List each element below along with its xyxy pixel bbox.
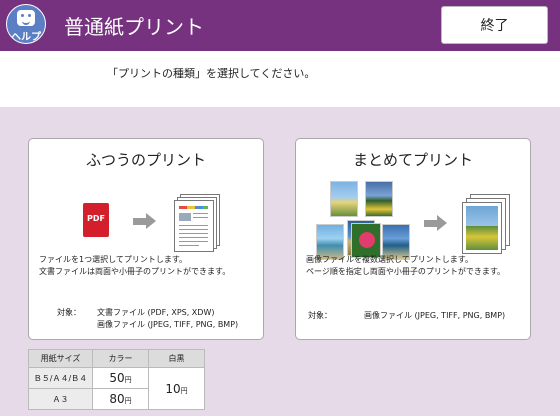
table-row: Ｂ５/Ａ４/Ｂ４ 50円 10円: [28, 367, 205, 410]
document-stack-icon: [174, 194, 220, 252]
page-title: 普通紙プリント: [64, 15, 204, 39]
help-face-icon: [17, 10, 35, 26]
desc-line-1: ファイルを1つ選択してプリントします。: [39, 255, 188, 264]
paper-size-cell: Ｂ５/Ａ４/Ｂ４: [28, 367, 93, 389]
normal-print-card[interactable]: ふつうのプリント PDF ファイルを1つ選択してプリントします。 文書ファイルは…: [28, 138, 264, 340]
card-description: 画像ファイルを複数選択してプリントします。 ページ順を指定し両面や小冊子のプリン…: [306, 254, 505, 278]
target-value-2: 画像ファイル (JPEG, TIFF, PNG, BMP): [97, 320, 239, 329]
target-value-1: 画像ファイル (JPEG, TIFF, PNG, BMP): [364, 311, 506, 320]
batch-print-card[interactable]: まとめてプリント 画像ファイルを複数選択してプリントします。 ページ順を指定し両…: [295, 138, 531, 340]
pdf-file-icon: PDF: [83, 203, 109, 237]
card-title: ふつうのプリント: [85, 151, 206, 169]
desc-line-2: 文書ファイルは両面や小冊子のプリントができます。: [39, 267, 231, 276]
target-value-1: 文書ファイル (PDF, XPS, XDW): [97, 308, 215, 317]
header-size: 用紙サイズ: [28, 349, 93, 368]
color-price-cell: 80円: [92, 388, 149, 410]
paper-size-cell: Ａ３: [28, 388, 93, 410]
desc-line-2: ページ順を指定し両面や小冊子のプリントができます。: [306, 267, 506, 276]
header-bw: 白黒: [148, 349, 205, 368]
arrow-right-icon: [424, 215, 447, 231]
header-color: カラー: [92, 349, 149, 368]
card-title: まとめてプリント: [352, 151, 473, 169]
color-price-cell: 50円: [92, 367, 149, 389]
header-bar: ヘルプ 普通紙プリント 終了: [0, 0, 560, 51]
help-label: ヘルプ: [11, 32, 41, 43]
pdf-icon-label: PDF: [87, 214, 105, 223]
instruction-text: 「プリントの種類」を選択してください。: [107, 67, 316, 80]
price-table: 用紙サイズ カラー 白黒 Ｂ５/Ａ４/Ｂ４ 50円 10円 Ａ３ 80円: [28, 349, 205, 410]
photo-thumbnail: [365, 181, 393, 217]
card-description: ファイルを1つ選択してプリントします。 文書ファイルは両面や小冊子のプリントがで…: [39, 254, 230, 278]
arrow-right-icon: [133, 213, 156, 229]
desc-line-1: 画像ファイルを複数選択してプリントします。: [306, 255, 473, 264]
target-label: 対象：: [308, 311, 332, 320]
bw-price-cell: 10円: [148, 367, 205, 410]
photo-stack-icon: [462, 194, 510, 254]
instruction-area: 「プリントの種類」を選択してください。: [0, 51, 560, 107]
photo-thumbnail: [330, 181, 358, 217]
help-button[interactable]: ヘルプ: [6, 4, 46, 44]
target-label: 対象：: [57, 308, 81, 317]
end-button[interactable]: 終了: [441, 6, 548, 44]
flower-photo-thumbnail: [351, 223, 381, 258]
